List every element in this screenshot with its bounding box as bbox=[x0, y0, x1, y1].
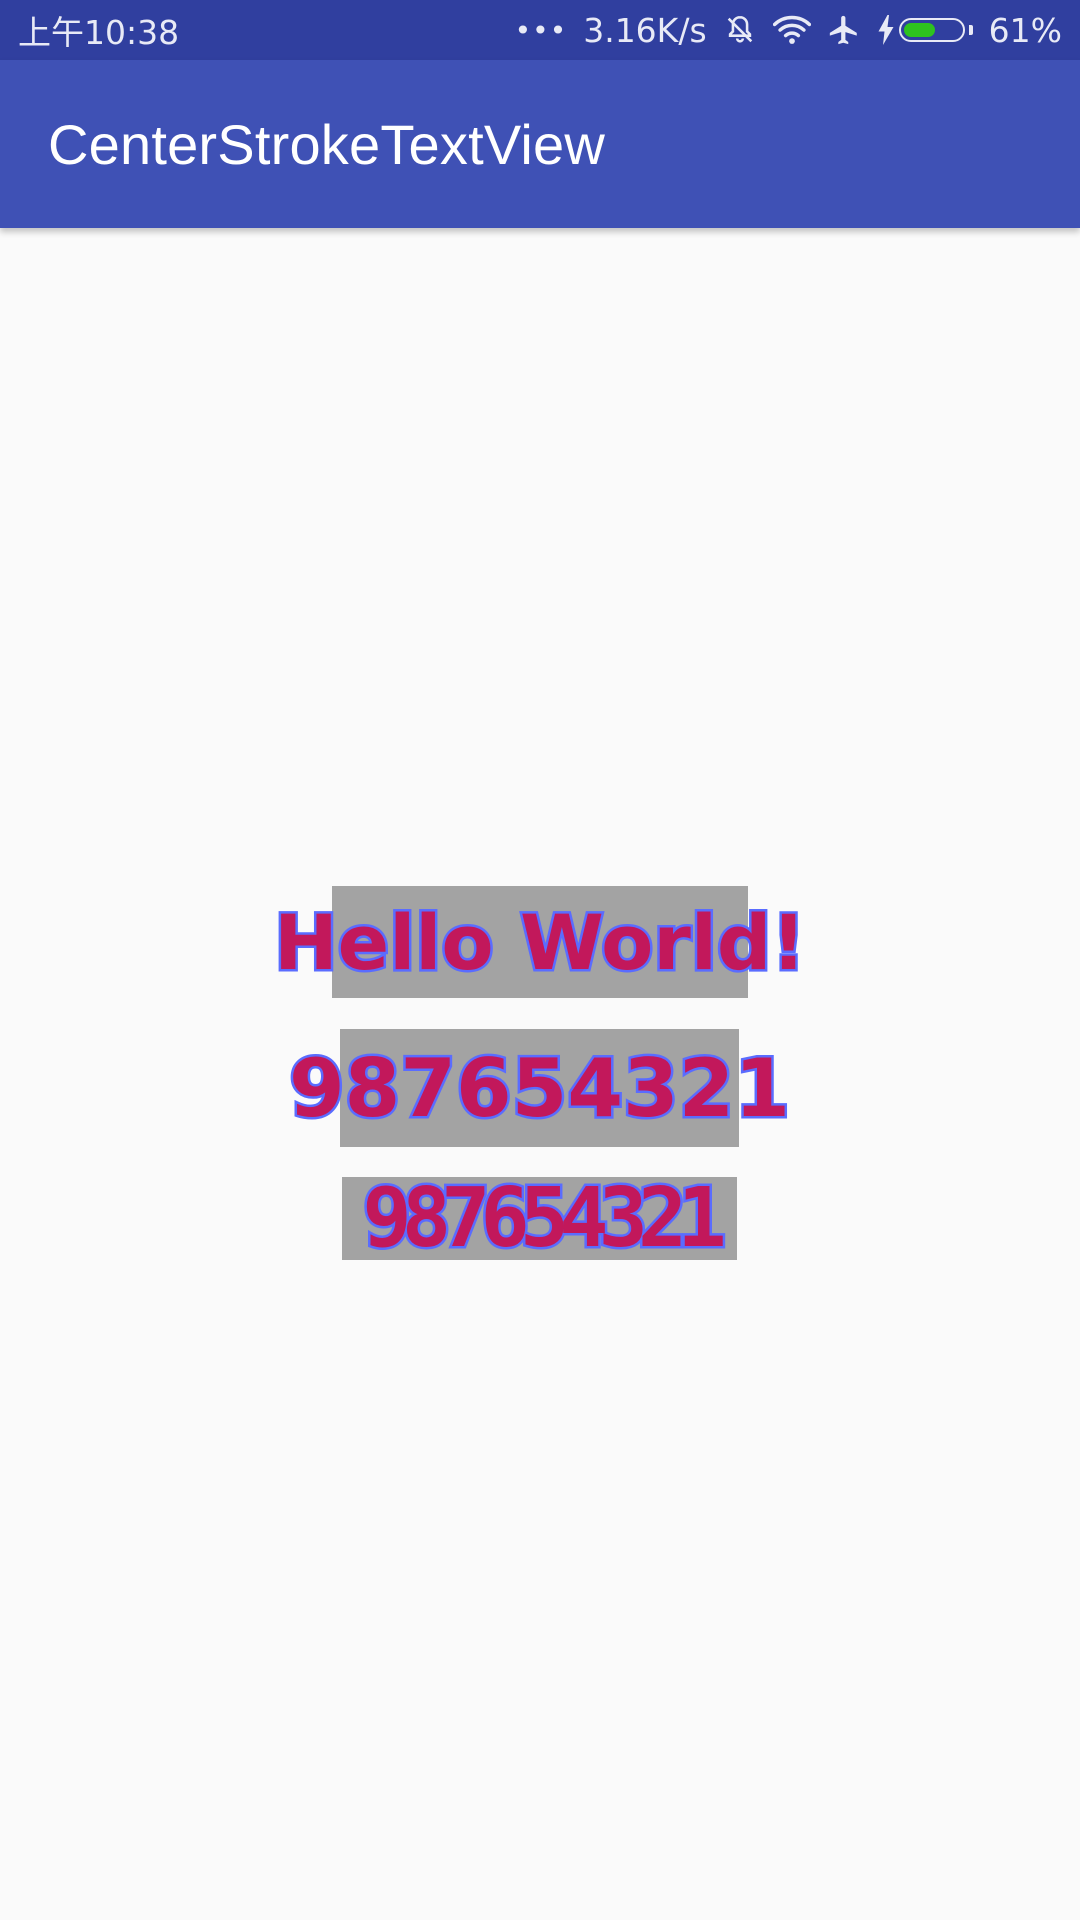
battery-percent: 61% bbox=[988, 10, 1062, 50]
status-time: 上午10:38 bbox=[18, 13, 180, 52]
center-stroke-text-number-1: 987654321 bbox=[287, 1029, 793, 1147]
battery-tip bbox=[968, 25, 973, 35]
battery-icon bbox=[898, 18, 965, 42]
battery-fill bbox=[903, 23, 936, 37]
app-title: CenterStrokeTextView bbox=[48, 112, 605, 176]
app-bar: CenterStrokeTextView bbox=[0, 60, 1080, 228]
more-notifications-indicator: ••• bbox=[514, 13, 568, 47]
airplane-icon bbox=[827, 13, 861, 47]
status-bar: 上午10:38 ••• 3.16K/s 61% bbox=[0, 0, 1080, 60]
battery-indicator bbox=[877, 15, 973, 45]
network-speed: 3.16K/s bbox=[583, 10, 707, 50]
main-content: Hello World! 987654321 987654321 bbox=[0, 228, 1080, 1920]
center-stroke-text-hello: Hello World! bbox=[272, 886, 808, 998]
charging-bolt-icon bbox=[877, 15, 895, 45]
mute-vibrate-icon bbox=[723, 13, 757, 47]
wifi-icon bbox=[772, 14, 811, 46]
screen: 上午10:38 ••• 3.16K/s 61% CenterStrokeText… bbox=[0, 0, 1080, 1920]
center-stroke-text-number-2: 987654321 bbox=[342, 1169, 737, 1269]
